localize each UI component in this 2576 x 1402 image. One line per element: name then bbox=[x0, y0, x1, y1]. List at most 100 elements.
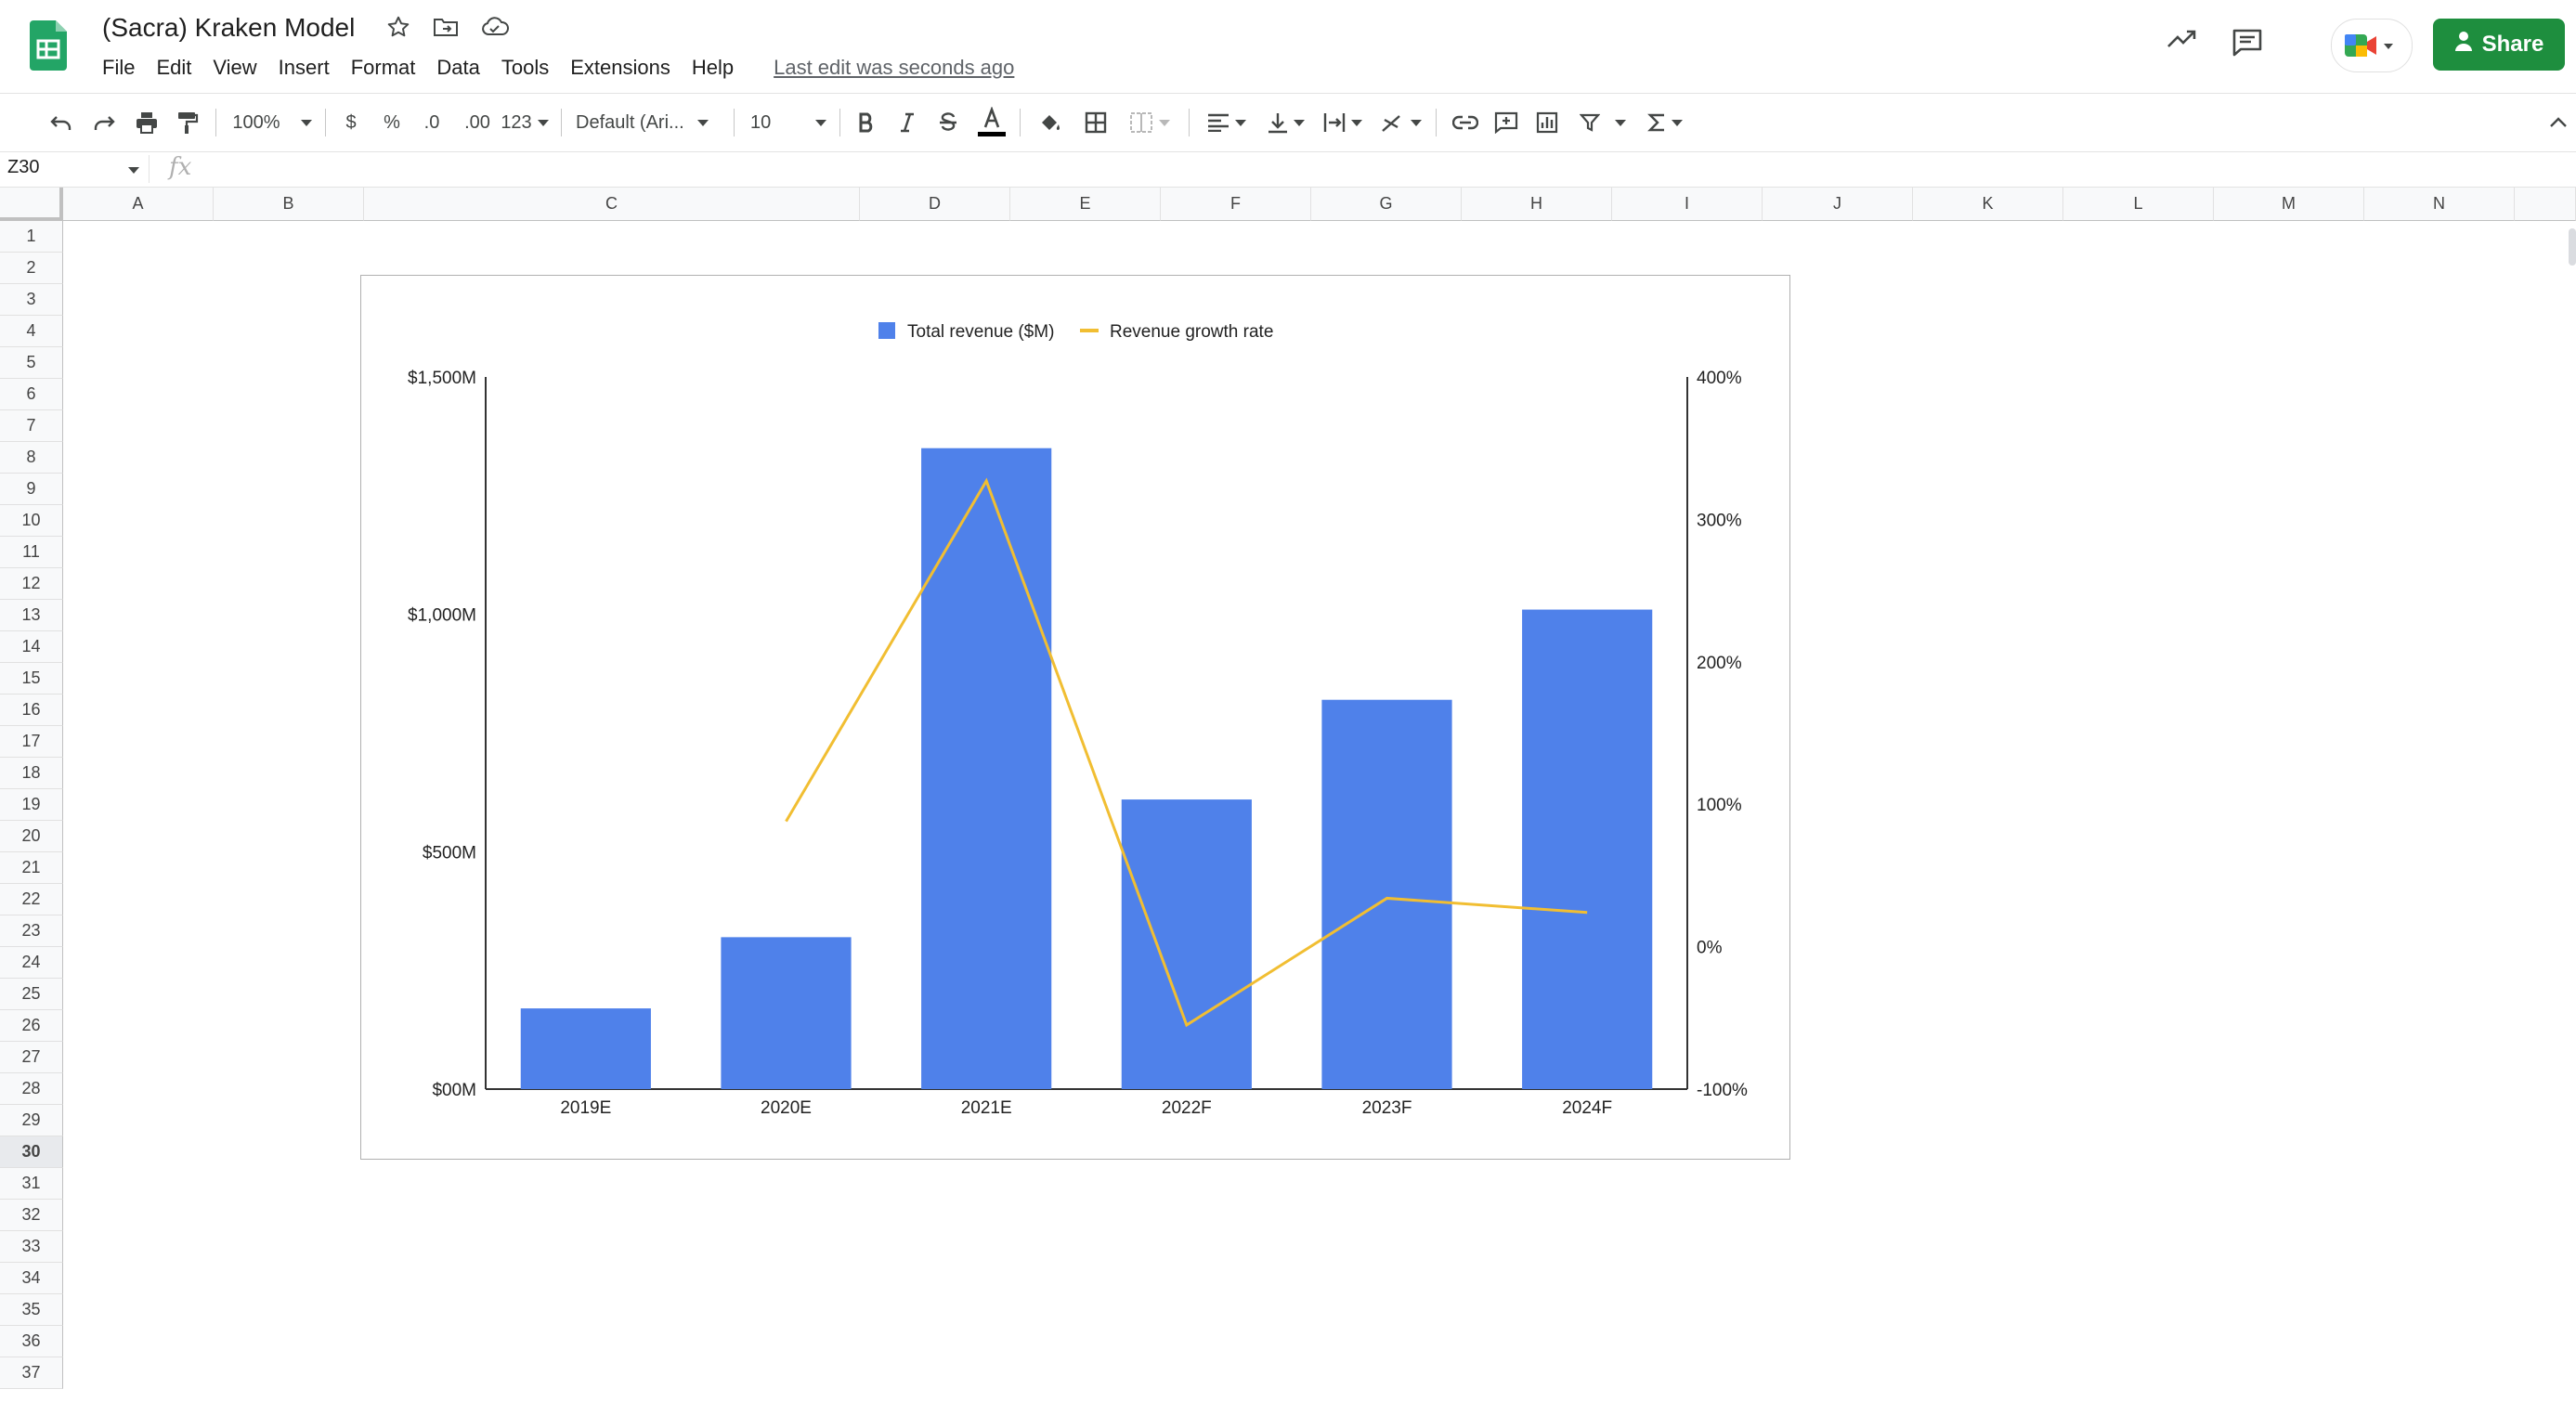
row-header-31[interactable]: 31 bbox=[0, 1168, 63, 1200]
bold-button[interactable] bbox=[852, 94, 880, 151]
document-title[interactable]: (Sacra) Kraken Model bbox=[102, 13, 355, 43]
row-header-16[interactable]: 16 bbox=[0, 695, 63, 726]
menu-help[interactable]: Help bbox=[692, 56, 745, 80]
column-header-f[interactable]: F bbox=[1161, 188, 1311, 221]
row-header-7[interactable]: 7 bbox=[0, 410, 63, 442]
increase-decimal-button[interactable]: .00 bbox=[459, 94, 496, 151]
text-color-button[interactable] bbox=[975, 94, 1008, 151]
row-header-10[interactable]: 10 bbox=[0, 505, 63, 537]
row-header-9[interactable]: 9 bbox=[0, 474, 63, 505]
chevron-down-icon[interactable] bbox=[128, 167, 139, 174]
bar-2024F[interactable] bbox=[1522, 609, 1653, 1089]
row-header-15[interactable]: 15 bbox=[0, 663, 63, 695]
zoom-select[interactable]: 100% bbox=[230, 94, 314, 151]
menu-edit[interactable]: Edit bbox=[156, 56, 202, 80]
menu-file[interactable]: File bbox=[102, 56, 146, 80]
last-edit-link[interactable]: Last edit was seconds ago bbox=[774, 56, 1014, 80]
row-header-33[interactable]: 33 bbox=[0, 1231, 63, 1263]
column-header-e[interactable]: E bbox=[1010, 188, 1161, 221]
activity-trend-icon[interactable] bbox=[2166, 28, 2198, 55]
strikethrough-button[interactable] bbox=[934, 94, 962, 151]
row-header-13[interactable]: 13 bbox=[0, 600, 63, 631]
column-header-g[interactable]: G bbox=[1311, 188, 1462, 221]
italic-button[interactable] bbox=[893, 94, 921, 151]
row-header-21[interactable]: 21 bbox=[0, 852, 63, 884]
row-header-26[interactable]: 26 bbox=[0, 1010, 63, 1042]
font-family-select[interactable]: Default (Ari... bbox=[576, 94, 724, 151]
row-header-4[interactable]: 4 bbox=[0, 316, 63, 347]
star-icon[interactable] bbox=[386, 15, 410, 44]
text-rotation-button[interactable] bbox=[1378, 94, 1425, 151]
bar-2021E[interactable] bbox=[921, 448, 1052, 1089]
menu-insert[interactable]: Insert bbox=[279, 56, 341, 80]
bar-2022F[interactable] bbox=[1121, 799, 1252, 1089]
row-header-8[interactable]: 8 bbox=[0, 442, 63, 474]
merge-cells-button[interactable] bbox=[1122, 94, 1177, 151]
row-header-17[interactable]: 17 bbox=[0, 726, 63, 758]
row-header-11[interactable]: 11 bbox=[0, 537, 63, 568]
row-header-37[interactable]: 37 bbox=[0, 1357, 63, 1389]
vertical-scrollbar[interactable] bbox=[2569, 228, 2576, 266]
row-header-6[interactable]: 6 bbox=[0, 379, 63, 410]
row-header-2[interactable]: 2 bbox=[0, 253, 63, 284]
decrease-decimal-button[interactable]: .0 bbox=[416, 94, 448, 151]
column-header-k[interactable]: K bbox=[1913, 188, 2063, 221]
menu-view[interactable]: View bbox=[213, 56, 267, 80]
row-header-12[interactable]: 12 bbox=[0, 568, 63, 600]
print-icon[interactable] bbox=[130, 94, 163, 151]
menu-data[interactable]: Data bbox=[436, 56, 490, 80]
bar-2023F[interactable] bbox=[1321, 699, 1452, 1089]
collapse-menus-button[interactable] bbox=[2544, 94, 2572, 151]
select-all-corner[interactable] bbox=[0, 188, 63, 221]
font-size-select[interactable]: 10 bbox=[750, 94, 832, 151]
row-header-24[interactable]: 24 bbox=[0, 947, 63, 979]
cloud-saved-icon[interactable] bbox=[481, 17, 509, 42]
paint-format-icon[interactable] bbox=[171, 94, 204, 151]
text-wrapping-button[interactable] bbox=[1319, 94, 1367, 151]
column-header-i[interactable]: I bbox=[1612, 188, 1763, 221]
currency-format-button[interactable]: $ bbox=[338, 94, 364, 151]
row-header-28[interactable]: 28 bbox=[0, 1073, 63, 1105]
embedded-chart[interactable]: Total revenue ($M) Revenue growth rate $… bbox=[360, 275, 1790, 1160]
insert-comment-button[interactable] bbox=[1490, 94, 1523, 151]
column-header-h[interactable]: H bbox=[1462, 188, 1612, 221]
row-header-32[interactable]: 32 bbox=[0, 1200, 63, 1231]
share-button[interactable]: Share bbox=[2433, 19, 2565, 71]
row-header-36[interactable]: 36 bbox=[0, 1326, 63, 1357]
insert-chart-button[interactable] bbox=[1530, 94, 1564, 151]
column-header-c[interactable]: C bbox=[364, 188, 860, 221]
row-header-20[interactable]: 20 bbox=[0, 821, 63, 852]
menu-format[interactable]: Format bbox=[351, 56, 427, 80]
row-header-25[interactable]: 25 bbox=[0, 979, 63, 1010]
functions-button[interactable] bbox=[1642, 94, 1688, 151]
sheets-logo-icon[interactable] bbox=[30, 20, 67, 75]
vertical-align-button[interactable] bbox=[1263, 94, 1309, 151]
row-header-1[interactable]: 1 bbox=[0, 221, 63, 253]
percent-format-button[interactable]: % bbox=[379, 94, 405, 151]
row-header-5[interactable]: 5 bbox=[0, 347, 63, 379]
menu-tools[interactable]: Tools bbox=[501, 56, 560, 80]
fill-color-button[interactable] bbox=[1034, 94, 1068, 151]
row-header-30[interactable]: 30 bbox=[0, 1136, 63, 1168]
column-header-a[interactable]: A bbox=[63, 188, 214, 221]
comment-icon[interactable] bbox=[2231, 28, 2263, 62]
more-formats-button[interactable]: 123 bbox=[500, 94, 550, 151]
column-header-l[interactable]: L bbox=[2063, 188, 2214, 221]
move-to-folder-icon[interactable] bbox=[433, 16, 459, 43]
bar-2020E[interactable] bbox=[721, 937, 852, 1089]
row-header-34[interactable]: 34 bbox=[0, 1263, 63, 1294]
redo-icon[interactable] bbox=[87, 94, 121, 151]
undo-icon[interactable] bbox=[45, 94, 78, 151]
row-header-29[interactable]: 29 bbox=[0, 1105, 63, 1136]
insert-link-button[interactable] bbox=[1449, 94, 1482, 151]
row-header-3[interactable]: 3 bbox=[0, 284, 63, 316]
column-header-m[interactable]: M bbox=[2214, 188, 2364, 221]
row-header-19[interactable]: 19 bbox=[0, 789, 63, 821]
column-header-n[interactable]: N bbox=[2364, 188, 2515, 221]
menu-extensions[interactable]: Extensions bbox=[570, 56, 682, 80]
row-header-22[interactable]: 22 bbox=[0, 884, 63, 915]
meet-button[interactable] bbox=[2331, 19, 2413, 72]
column-header-b[interactable]: B bbox=[214, 188, 364, 221]
row-header-27[interactable]: 27 bbox=[0, 1042, 63, 1073]
filter-button[interactable] bbox=[1575, 94, 1631, 151]
